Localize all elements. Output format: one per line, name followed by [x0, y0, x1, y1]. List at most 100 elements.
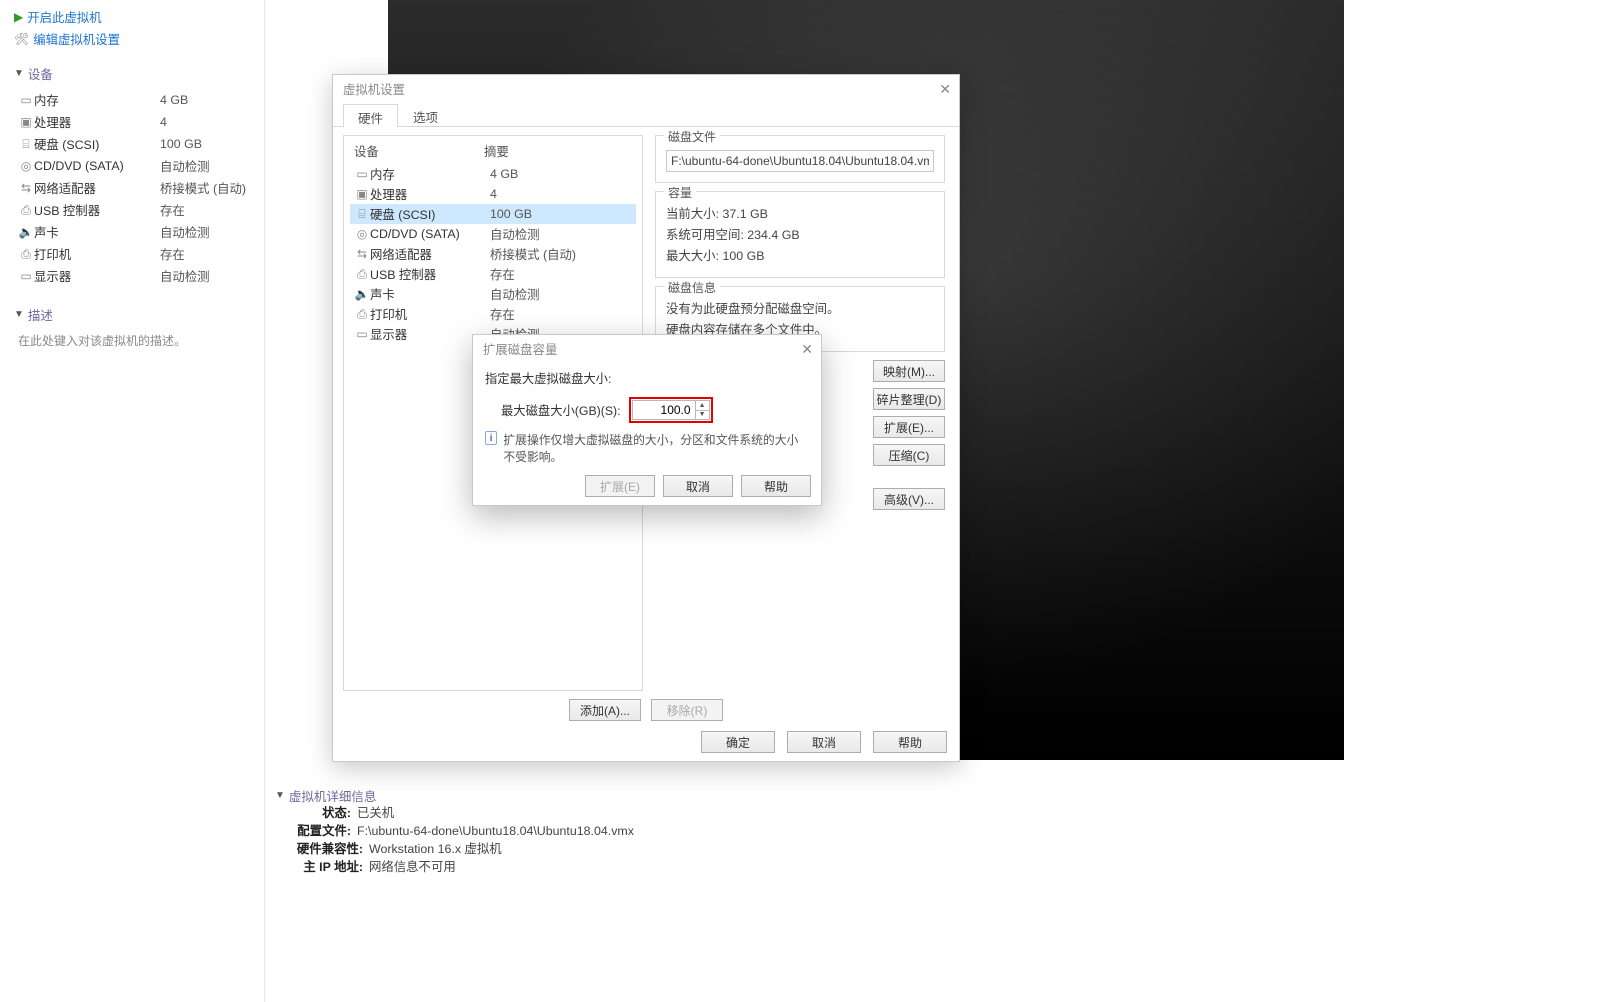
- cancel-button[interactable]: 取消: [787, 731, 861, 753]
- capacity-group: 容量 当前大小: 37.1 GB 系统可用空间: 234.4 GB 最大大小: …: [655, 191, 945, 278]
- spinner[interactable]: ▲▼: [696, 400, 710, 420]
- power-on-vm-link[interactable]: ▶ 开启此虚拟机: [4, 6, 260, 28]
- vm-description-placeholder[interactable]: 在此处键入对该虚拟机的描述。: [14, 330, 250, 351]
- hw-summary: 自动检测: [490, 225, 540, 243]
- help-button[interactable]: 帮助: [873, 731, 947, 753]
- edit-settings-label: 编辑虚拟机设置: [33, 30, 120, 48]
- vm-compat-value: Workstation 16.x 虚拟机: [369, 841, 502, 859]
- device-icon: ▭: [18, 269, 34, 283]
- disk-file-legend: 磁盘文件: [664, 128, 720, 145]
- sidebar-device-row[interactable]: ▭ 内存 4 GB: [14, 89, 250, 111]
- caret-down-icon: ▼: [275, 790, 285, 801]
- hw-name: 网络适配器: [370, 245, 490, 263]
- hw-name: 打印机: [370, 305, 490, 323]
- close-icon[interactable]: ✕: [939, 81, 951, 98]
- sidebar-devices-section: ▼ 设备 ▭ 内存 4 GB▣ 处理器 4⌸ 硬盘 (SCSI) 100 GB◎…: [4, 64, 260, 291]
- add-hardware-button[interactable]: 添加(A)...: [569, 699, 641, 721]
- device-name: 打印机: [34, 245, 160, 263]
- hw-name: 内存: [370, 165, 490, 183]
- hardware-row[interactable]: ⇆ 网络适配器 桥接模式 (自动): [350, 244, 636, 264]
- hardware-row[interactable]: ⎙ USB 控制器 存在: [350, 264, 636, 284]
- device-icon: ▭: [354, 167, 370, 181]
- device-name: 显示器: [34, 267, 160, 285]
- device-value: 自动检测: [160, 223, 210, 241]
- sidebar-description-heading[interactable]: ▼ 描述: [14, 305, 250, 324]
- device-value: 存在: [160, 201, 185, 219]
- device-name: 声卡: [34, 223, 160, 241]
- hardware-row[interactable]: 🔈 声卡 自动检测: [350, 284, 636, 304]
- tab-options[interactable]: 选项: [398, 103, 453, 126]
- device-value: 自动检测: [160, 267, 210, 285]
- settings-tabs: 硬件 选项: [333, 103, 959, 127]
- hw-summary: 自动检测: [490, 285, 540, 303]
- expand-help-button[interactable]: 帮助: [741, 475, 811, 497]
- device-icon: ⌸: [18, 137, 34, 152]
- ok-button[interactable]: 确定: [701, 731, 775, 753]
- sidebar-device-row[interactable]: ⇆ 网络适配器 桥接模式 (自动): [14, 177, 250, 199]
- hardware-row[interactable]: ◎ CD/DVD (SATA) 自动检测: [350, 224, 636, 244]
- device-icon: 🔈: [354, 287, 370, 301]
- device-icon: ⌸: [354, 207, 370, 222]
- highlight-box: ▲▼: [629, 397, 713, 423]
- sidebar-device-row[interactable]: ⎙ USB 控制器 存在: [14, 199, 250, 221]
- disk-file-input[interactable]: [666, 150, 934, 172]
- expand-info-text: 扩展操作仅增大虚拟磁盘的大小，分区和文件系统的大小不受影响。: [503, 431, 809, 465]
- tab-hardware[interactable]: 硬件: [343, 104, 398, 127]
- sidebar-device-row[interactable]: ▭ 显示器 自动检测: [14, 265, 250, 287]
- dialog-title: 虚拟机设置: [343, 80, 405, 98]
- map-button[interactable]: 映射(M)...: [873, 360, 945, 382]
- sidebar-description-section: ▼ 描述 在此处键入对该虚拟机的描述。: [4, 305, 260, 355]
- hardware-row[interactable]: ▣ 处理器 4: [350, 184, 636, 204]
- hw-name: CD/DVD (SATA): [370, 227, 490, 241]
- compact-button[interactable]: 压缩(C): [873, 444, 945, 466]
- vm-status-value: 已关机: [357, 805, 394, 823]
- device-icon: ⎙: [18, 247, 34, 262]
- device-value: 自动检测: [160, 157, 210, 175]
- hw-summary: 存在: [490, 265, 515, 283]
- sidebar-devices-heading[interactable]: ▼ 设备: [14, 64, 250, 83]
- sidebar-device-row[interactable]: ◎ CD/DVD (SATA) 自动检测: [14, 155, 250, 177]
- disk-info-line: 没有为此硬盘预分配磁盘空间。: [666, 299, 934, 320]
- wrench-icon: 🛠: [14, 32, 29, 46]
- defrag-button[interactable]: 碎片整理(D): [873, 388, 945, 410]
- max-size-label: 最大磁盘大小(GB)(S):: [501, 401, 621, 419]
- device-icon: ⇆: [18, 181, 34, 195]
- sidebar: ▶ 开启此虚拟机 🛠 编辑虚拟机设置 ▼ 设备 ▭ 内存 4 GB▣ 处理器 4…: [0, 0, 265, 1002]
- device-icon: ▭: [18, 93, 34, 107]
- spin-down-icon[interactable]: ▼: [696, 411, 709, 420]
- hardware-row[interactable]: ⌸ 硬盘 (SCSI) 100 GB: [350, 204, 636, 224]
- close-icon[interactable]: ✕: [801, 341, 813, 358]
- device-icon: ▣: [354, 187, 370, 201]
- device-icon: ⎙: [354, 307, 370, 322]
- hw-summary: 4 GB: [490, 167, 518, 181]
- expand-cancel-button[interactable]: 取消: [663, 475, 733, 497]
- sidebar-device-row[interactable]: ▣ 处理器 4: [14, 111, 250, 133]
- disk-info-legend: 磁盘信息: [664, 279, 720, 296]
- sidebar-device-row[interactable]: ⎙ 打印机 存在: [14, 243, 250, 265]
- sidebar-device-row[interactable]: ⌸ 硬盘 (SCSI) 100 GB: [14, 133, 250, 155]
- hw-summary: 桥接模式 (自动): [490, 245, 576, 263]
- expand-prompt: 指定最大虚拟磁盘大小:: [485, 369, 809, 387]
- device-icon: 🔈: [18, 225, 34, 239]
- edit-vm-settings-link[interactable]: 🛠 编辑虚拟机设置: [4, 28, 260, 50]
- capacity-legend: 容量: [664, 184, 696, 201]
- spin-up-icon[interactable]: ▲: [696, 401, 709, 411]
- device-icon: ⎙: [354, 267, 370, 282]
- max-size-input[interactable]: [632, 400, 696, 420]
- expand-confirm-button: 扩展(E): [585, 475, 655, 497]
- hw-summary: 100 GB: [490, 207, 532, 221]
- device-icon: ⎙: [18, 203, 34, 218]
- hardware-row[interactable]: ⎙ 打印机 存在: [350, 304, 636, 324]
- device-name: 内存: [34, 91, 160, 109]
- caret-down-icon: ▼: [14, 309, 24, 320]
- hardware-row[interactable]: ▭ 内存 4 GB: [350, 164, 636, 184]
- device-value: 4: [160, 115, 167, 129]
- expand-button[interactable]: 扩展(E)...: [873, 416, 945, 438]
- hw-header-device: 设备: [354, 142, 484, 160]
- vm-ip-value: 网络信息不可用: [369, 859, 456, 877]
- advanced-button[interactable]: 高级(V)...: [873, 488, 945, 510]
- caret-down-icon: ▼: [14, 68, 24, 79]
- device-name: 处理器: [34, 113, 160, 131]
- vm-details-heading[interactable]: ▼ 虚拟机详细信息: [275, 786, 1275, 805]
- sidebar-device-row[interactable]: 🔈 声卡 自动检测: [14, 221, 250, 243]
